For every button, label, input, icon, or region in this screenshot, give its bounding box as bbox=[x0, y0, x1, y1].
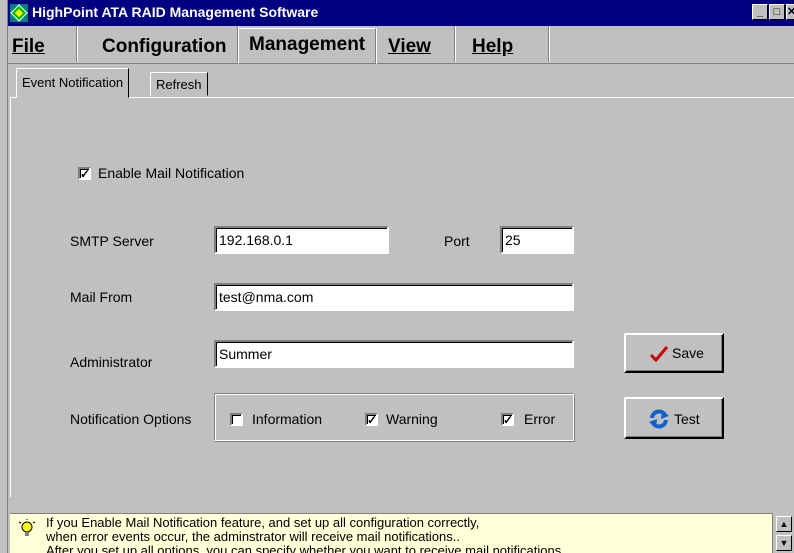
scroll-up-icon[interactable]: ▲ bbox=[776, 516, 792, 532]
error-checkbox[interactable]: ✓ bbox=[501, 413, 514, 426]
smtp-server-label: SMTP Server bbox=[70, 233, 154, 249]
menu-configuration[interactable]: Configuration bbox=[92, 26, 238, 62]
information-checkbox[interactable] bbox=[230, 413, 243, 426]
title-bar[interactable]: HighPoint ATA RAID Management Software _… bbox=[8, 0, 794, 26]
administrator-label: Administrator bbox=[70, 354, 153, 370]
tab-event-notification[interactable]: Event Notification bbox=[16, 68, 130, 98]
refresh-arrows-icon bbox=[649, 409, 669, 429]
port-label: Port bbox=[444, 233, 470, 249]
enable-mail-label: Enable Mail Notification bbox=[98, 165, 245, 181]
warning-label: Warning bbox=[386, 411, 438, 427]
menu-bar: File Configuration Management View Help bbox=[8, 26, 794, 64]
tab-event-notification-label: Event Notification bbox=[22, 75, 124, 90]
hint-scrollbar[interactable]: ▲ ▼ bbox=[772, 513, 794, 553]
smtp-server-input[interactable]: 192.168.0.1 bbox=[214, 226, 389, 254]
mail-from-label: Mail From bbox=[70, 289, 133, 305]
menu-view[interactable]: View bbox=[378, 26, 455, 62]
administrator-input[interactable]: Summer bbox=[214, 340, 574, 368]
test-label: Test bbox=[674, 411, 700, 427]
hint-bar: If you Enable Mail Notification feature,… bbox=[10, 513, 772, 553]
hint-line-3: After you set up all options, you can sp… bbox=[46, 543, 562, 553]
save-button[interactable]: Save bbox=[624, 333, 724, 373]
test-button[interactable]: Test bbox=[624, 397, 724, 439]
window-frame bbox=[0, 0, 8, 553]
menu-management[interactable]: Management bbox=[238, 28, 377, 64]
information-label: Information bbox=[252, 411, 323, 427]
menu-configuration-label: Configuration bbox=[102, 36, 227, 57]
app-diamond-icon bbox=[10, 4, 28, 22]
menu-view-label: View bbox=[388, 36, 431, 57]
window-title: HighPoint ATA RAID Management Software bbox=[32, 4, 319, 20]
menu-help[interactable]: Help bbox=[462, 26, 549, 62]
minimize-button[interactable]: _ bbox=[752, 4, 768, 20]
menu-file[interactable]: File bbox=[8, 26, 77, 62]
maximize-button[interactable]: □ bbox=[769, 4, 785, 20]
checkmark-icon bbox=[650, 346, 668, 362]
tab-refresh[interactable]: Refresh bbox=[150, 72, 208, 96]
save-label: Save bbox=[672, 345, 704, 361]
menu-file-label: File bbox=[12, 36, 45, 57]
menu-management-label: Management bbox=[249, 34, 366, 55]
hint-line-1: If you Enable Mail Notification feature,… bbox=[46, 515, 480, 530]
enable-mail-checkbox[interactable]: ✓ bbox=[78, 167, 91, 180]
lightbulb-icon bbox=[18, 519, 36, 536]
port-input[interactable]: 25 bbox=[500, 226, 574, 254]
error-label: Error bbox=[524, 411, 556, 427]
hint-line-2: when error events occur, the adminstrato… bbox=[46, 529, 461, 544]
notification-options-label: Notification Options bbox=[70, 411, 192, 427]
tab-refresh-label: Refresh bbox=[156, 77, 202, 92]
close-button[interactable]: ✕ bbox=[786, 4, 794, 20]
warning-checkbox[interactable]: ✓ bbox=[365, 413, 378, 426]
mail-from-input[interactable]: test@nma.com bbox=[214, 283, 574, 311]
scroll-down-icon[interactable]: ▼ bbox=[776, 535, 792, 551]
menu-help-label: Help bbox=[472, 36, 514, 57]
